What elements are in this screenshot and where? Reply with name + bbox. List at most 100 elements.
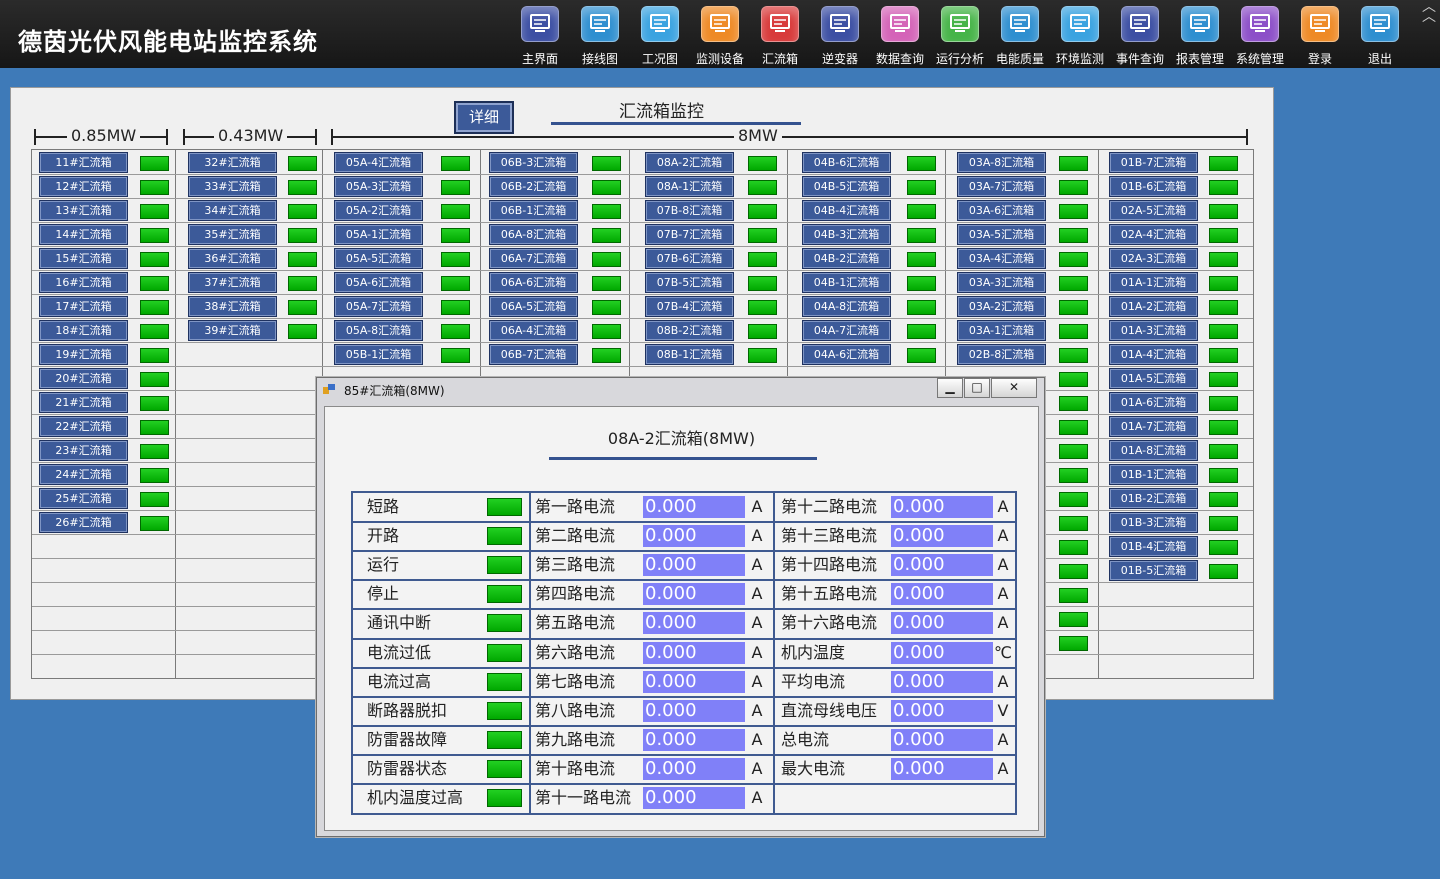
- combiner-box-button[interactable]: 03A-8汇流箱: [957, 152, 1046, 173]
- combiner-box-button[interactable]: 18#汇流箱: [39, 320, 128, 341]
- window-titlebar[interactable]: 85#汇流箱(8MW) ▁ □ ✕: [317, 378, 1044, 400]
- combiner-box-button[interactable]: 01A-3汇流箱: [1109, 320, 1198, 341]
- nav-button-wiring-diagram[interactable]: 接线图: [570, 6, 630, 68]
- nav-button-inverter[interactable]: 逆变器: [810, 6, 870, 68]
- nav-button-environment[interactable]: 环境监测: [1050, 6, 1110, 68]
- combiner-box-button[interactable]: 38#汇流箱: [188, 296, 277, 317]
- minimize-button[interactable]: ▁: [937, 378, 963, 398]
- combiner-box-button[interactable]: 03A-2汇流箱: [957, 296, 1046, 317]
- nav-button-power-quality[interactable]: 电能质量: [990, 6, 1050, 68]
- combiner-box-button[interactable]: 01B-6汇流箱: [1109, 176, 1198, 197]
- combiner-box-button[interactable]: 01A-4汇流箱: [1109, 344, 1198, 365]
- combiner-box-button[interactable]: 01A-5汇流箱: [1109, 368, 1198, 389]
- nav-button-monitor[interactable]: 主界面: [510, 6, 570, 68]
- combiner-box-button[interactable]: 04A-7汇流箱: [802, 320, 891, 341]
- combiner-box-button[interactable]: 01B-7汇流箱: [1109, 152, 1198, 173]
- nav-button-logout[interactable]: 退出: [1350, 6, 1410, 68]
- combiner-box-button[interactable]: 01B-5汇流箱: [1109, 560, 1198, 581]
- combiner-box-button[interactable]: 03A-1汇流箱: [957, 320, 1046, 341]
- combiner-box-button[interactable]: 01A-7汇流箱: [1109, 416, 1198, 437]
- combiner-box-button[interactable]: 39#汇流箱: [188, 320, 277, 341]
- combiner-box-button[interactable]: 03A-5汇流箱: [957, 224, 1046, 245]
- combiner-box-button[interactable]: 03A-4汇流箱: [957, 248, 1046, 269]
- combiner-box-button[interactable]: 22#汇流箱: [39, 416, 128, 437]
- combiner-box-button[interactable]: 02B-8汇流箱: [957, 344, 1046, 365]
- nav-button-data-query[interactable]: 数据查询: [870, 6, 930, 68]
- combiner-box-button[interactable]: 06A-4汇流箱: [489, 320, 578, 341]
- combiner-box-button[interactable]: 05A-1汇流箱: [334, 224, 423, 245]
- combiner-box-button[interactable]: 07B-6汇流箱: [645, 248, 734, 269]
- combiner-box-button[interactable]: 06A-5汇流箱: [489, 296, 578, 317]
- combiner-box-button[interactable]: 07B-4汇流箱: [645, 296, 734, 317]
- combiner-box-button[interactable]: 06A-6汇流箱: [489, 272, 578, 293]
- combiner-box-button[interactable]: 04B-2汇流箱: [802, 248, 891, 269]
- nav-button-login[interactable]: 登录: [1290, 6, 1350, 68]
- combiner-box-button[interactable]: 08B-1汇流箱: [645, 344, 734, 365]
- combiner-box-button[interactable]: 04B-6汇流箱: [802, 152, 891, 173]
- combiner-box-button[interactable]: 01A-2汇流箱: [1109, 296, 1198, 317]
- combiner-box-button[interactable]: 04B-1汇流箱: [802, 272, 891, 293]
- combiner-box-button[interactable]: 05A-8汇流箱: [334, 320, 423, 341]
- combiner-box-button[interactable]: 05A-7汇流箱: [334, 296, 423, 317]
- detail-button[interactable]: 详细: [454, 101, 514, 134]
- combiner-box-button[interactable]: 16#汇流箱: [39, 272, 128, 293]
- nav-button-combiner-box[interactable]: 汇流箱: [750, 6, 810, 68]
- combiner-box-button[interactable]: 04B-3汇流箱: [802, 224, 891, 245]
- combiner-box-button[interactable]: 06B-7汇流箱: [489, 344, 578, 365]
- combiner-box-button[interactable]: 17#汇流箱: [39, 296, 128, 317]
- combiner-box-button[interactable]: 02A-4汇流箱: [1109, 224, 1198, 245]
- maximize-button[interactable]: □: [964, 378, 990, 398]
- combiner-box-button[interactable]: 23#汇流箱: [39, 440, 128, 461]
- combiner-box-button[interactable]: 01A-8汇流箱: [1109, 440, 1198, 461]
- combiner-box-button[interactable]: 19#汇流箱: [39, 344, 128, 365]
- combiner-box-button[interactable]: 01A-1汇流箱: [1109, 272, 1198, 293]
- combiner-box-button[interactable]: 25#汇流箱: [39, 488, 128, 509]
- combiner-box-button[interactable]: 08B-2汇流箱: [645, 320, 734, 341]
- combiner-box-button[interactable]: 02A-3汇流箱: [1109, 248, 1198, 269]
- combiner-box-button[interactable]: 02A-5汇流箱: [1109, 200, 1198, 221]
- combiner-box-button[interactable]: 05A-3汇流箱: [334, 176, 423, 197]
- nav-button-system-settings[interactable]: 系统管理: [1230, 6, 1290, 68]
- combiner-box-button[interactable]: 06A-7汇流箱: [489, 248, 578, 269]
- combiner-box-button[interactable]: 03A-7汇流箱: [957, 176, 1046, 197]
- combiner-box-button[interactable]: 01B-1汇流箱: [1109, 464, 1198, 485]
- nav-button-monitoring-device[interactable]: 监测设备: [690, 6, 750, 68]
- combiner-box-button[interactable]: 32#汇流箱: [188, 152, 277, 173]
- combiner-box-button[interactable]: 33#汇流箱: [188, 176, 277, 197]
- combiner-box-button[interactable]: 03A-3汇流箱: [957, 272, 1046, 293]
- combiner-box-button[interactable]: 01B-4汇流箱: [1109, 536, 1198, 557]
- nav-button-report[interactable]: 报表管理: [1170, 6, 1230, 68]
- combiner-box-button[interactable]: 06A-8汇流箱: [489, 224, 578, 245]
- combiner-box-button[interactable]: 01B-3汇流箱: [1109, 512, 1198, 533]
- close-button[interactable]: ✕: [991, 378, 1037, 398]
- combiner-box-button[interactable]: 04B-4汇流箱: [802, 200, 891, 221]
- combiner-box-button[interactable]: 05B-1汇流箱: [334, 344, 423, 365]
- combiner-box-button[interactable]: 08A-2汇流箱: [645, 152, 734, 173]
- combiner-box-button[interactable]: 36#汇流箱: [188, 248, 277, 269]
- combiner-box-button[interactable]: 06B-3汇流箱: [489, 152, 578, 173]
- combiner-box-button[interactable]: 07B-5汇流箱: [645, 272, 734, 293]
- combiner-box-button[interactable]: 21#汇流箱: [39, 392, 128, 413]
- combiner-box-button[interactable]: 34#汇流箱: [188, 200, 277, 221]
- combiner-box-button[interactable]: 26#汇流箱: [39, 512, 128, 533]
- combiner-box-button[interactable]: 05A-4汇流箱: [334, 152, 423, 173]
- combiner-box-button[interactable]: 01B-2汇流箱: [1109, 488, 1198, 509]
- combiner-box-button[interactable]: 24#汇流箱: [39, 464, 128, 485]
- combiner-box-button[interactable]: 35#汇流箱: [188, 224, 277, 245]
- combiner-box-button[interactable]: 05A-2汇流箱: [334, 200, 423, 221]
- nav-button-event-query[interactable]: 事件查询: [1110, 6, 1170, 68]
- combiner-box-button[interactable]: 04A-8汇流箱: [802, 296, 891, 317]
- combiner-box-button[interactable]: 20#汇流箱: [39, 368, 128, 389]
- combiner-box-button[interactable]: 04A-6汇流箱: [802, 344, 891, 365]
- combiner-box-button[interactable]: 15#汇流箱: [39, 248, 128, 269]
- combiner-box-button[interactable]: 12#汇流箱: [39, 176, 128, 197]
- nav-button-status-chart[interactable]: 工况图: [630, 6, 690, 68]
- combiner-box-button[interactable]: 04B-5汇流箱: [802, 176, 891, 197]
- combiner-box-button[interactable]: 08A-1汇流箱: [645, 176, 734, 197]
- combiner-box-button[interactable]: 13#汇流箱: [39, 200, 128, 221]
- nav-button-run-analysis[interactable]: 运行分析: [930, 6, 990, 68]
- combiner-box-button[interactable]: 06B-2汇流箱: [489, 176, 578, 197]
- combiner-box-button[interactable]: 05A-5汇流箱: [334, 248, 423, 269]
- combiner-box-button[interactable]: 37#汇流箱: [188, 272, 277, 293]
- combiner-box-button[interactable]: 07B-8汇流箱: [645, 200, 734, 221]
